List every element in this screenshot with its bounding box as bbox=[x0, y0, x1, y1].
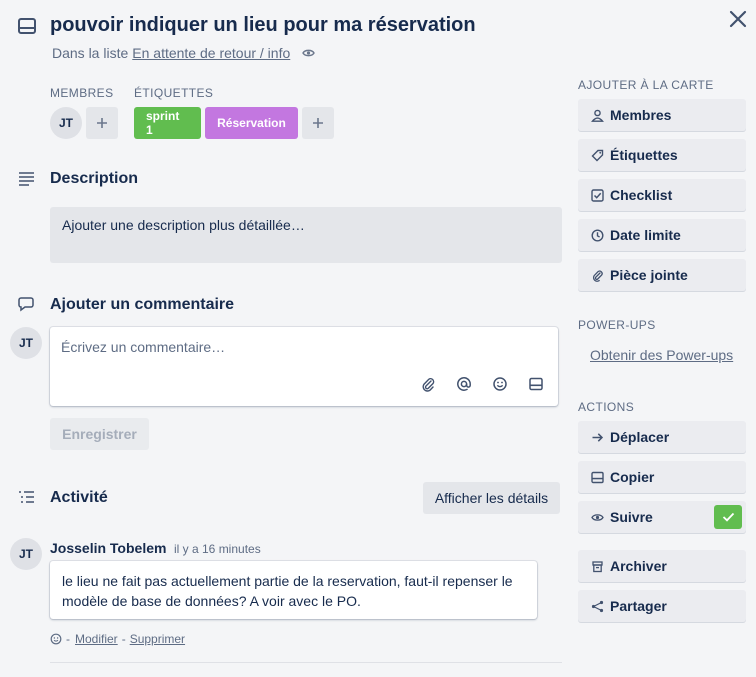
arrow-right-icon bbox=[590, 430, 604, 444]
description-input[interactable]: Ajouter une description plus détaillée… bbox=[50, 207, 562, 263]
reaction-icon[interactable] bbox=[50, 633, 62, 645]
sidebar-checklist-button[interactable]: Checklist bbox=[578, 179, 746, 211]
activity-heading: Activité bbox=[50, 489, 108, 506]
comment-actions: - Modifier - Supprimer bbox=[50, 632, 185, 646]
share-icon bbox=[590, 599, 604, 613]
checkbox-icon bbox=[590, 188, 604, 202]
sidebar-share-label: Partager bbox=[610, 598, 667, 614]
list-info: Dans la liste En attente de retour / inf… bbox=[52, 45, 316, 61]
label-chip-reservation[interactable]: Réservation bbox=[205, 107, 298, 139]
mention-icon[interactable] bbox=[456, 376, 472, 392]
avatar[interactable]: JT bbox=[50, 107, 82, 139]
powerups-title: Power-Ups bbox=[578, 318, 656, 332]
sidebar-due-date-button[interactable]: Date limite bbox=[578, 219, 746, 251]
sidebar-checklist-label: Checklist bbox=[610, 187, 673, 203]
sidebar-follow-label: Suivre bbox=[610, 509, 653, 525]
card-icon bbox=[590, 470, 604, 484]
sidebar-share-button[interactable]: Partager bbox=[578, 590, 746, 622]
activity-time[interactable]: il y a 16 minutes bbox=[174, 542, 261, 556]
sidebar-archive-label: Archiver bbox=[610, 558, 667, 574]
sidebar-move-label: Déplacer bbox=[610, 429, 670, 445]
sidebar-attachment-label: Pièce jointe bbox=[610, 267, 688, 283]
comment-avatar[interactable]: JT bbox=[10, 327, 42, 359]
sidebar-archive-button[interactable]: Archiver bbox=[578, 550, 746, 582]
sidebar-due-date-label: Date limite bbox=[610, 227, 681, 243]
eye-icon bbox=[590, 510, 604, 524]
activity-icon bbox=[18, 490, 35, 505]
save-button[interactable]: Enregistrer bbox=[50, 418, 149, 450]
list-link[interactable]: En attente de retour / info bbox=[132, 45, 290, 61]
show-details-button[interactable]: Afficher les détails bbox=[423, 482, 560, 514]
checkmark-icon bbox=[714, 505, 742, 529]
delete-link[interactable]: Supprimer bbox=[130, 632, 185, 646]
person-icon bbox=[590, 108, 604, 122]
emoji-icon[interactable] bbox=[492, 376, 508, 392]
label-chip-sprint[interactable]: sprint 1 bbox=[134, 107, 201, 139]
sidebar-members-label: Membres bbox=[610, 107, 672, 123]
comment-heading: Ajouter un commentaire bbox=[50, 296, 235, 313]
card-link-icon[interactable] bbox=[528, 376, 544, 392]
comment-text: le lieu ne fait pas actuellement partie … bbox=[50, 561, 537, 619]
paperclip-icon bbox=[590, 268, 604, 282]
sidebar-move-button[interactable]: Déplacer bbox=[578, 421, 746, 453]
divider bbox=[50, 662, 562, 663]
comment-placeholder: Écrivez un commentaire… bbox=[61, 339, 226, 355]
edit-link[interactable]: Modifier bbox=[75, 632, 118, 646]
eye-icon bbox=[302, 48, 316, 58]
description-icon bbox=[18, 171, 35, 186]
card-icon bbox=[18, 18, 36, 34]
tag-icon bbox=[590, 148, 604, 162]
sidebar-labels-button[interactable]: Étiquettes bbox=[578, 139, 746, 171]
sidebar-members-button[interactable]: Membres bbox=[578, 99, 746, 131]
card-title[interactable]: pouvoir indiquer un lieu pour ma réserva… bbox=[50, 14, 476, 37]
sidebar-copy-label: Copier bbox=[610, 469, 655, 485]
attachment-icon[interactable] bbox=[420, 376, 436, 392]
add-member-button[interactable] bbox=[86, 107, 118, 139]
sidebar-follow-button[interactable]: Suivre bbox=[578, 501, 746, 533]
add-label-button[interactable] bbox=[302, 107, 334, 139]
add-to-card-title: Ajouter à la carte bbox=[578, 78, 714, 92]
activity-author[interactable]: Josselin Tobelem bbox=[50, 540, 166, 556]
comment-input[interactable]: Écrivez un commentaire… bbox=[50, 327, 558, 406]
clock-icon bbox=[590, 228, 604, 242]
description-heading: Description bbox=[50, 170, 139, 187]
labels-label: Étiquettes bbox=[134, 86, 214, 100]
list-prefix: Dans la liste bbox=[52, 45, 129, 61]
sidebar-copy-button[interactable]: Copier bbox=[578, 461, 746, 493]
separator: - bbox=[66, 632, 70, 646]
close-icon[interactable] bbox=[729, 10, 747, 28]
sidebar-attachment-button[interactable]: Pièce jointe bbox=[578, 259, 746, 291]
archive-icon bbox=[590, 559, 604, 573]
separator: - bbox=[121, 632, 126, 646]
activity-avatar[interactable]: JT bbox=[10, 538, 42, 570]
get-powerups-link[interactable]: Obtenir des Power-ups bbox=[590, 347, 733, 363]
actions-title: Actions bbox=[578, 400, 635, 414]
members-label: Membres bbox=[50, 86, 114, 100]
comment-icon bbox=[18, 297, 34, 312]
sidebar-labels-label: Étiquettes bbox=[610, 147, 678, 163]
